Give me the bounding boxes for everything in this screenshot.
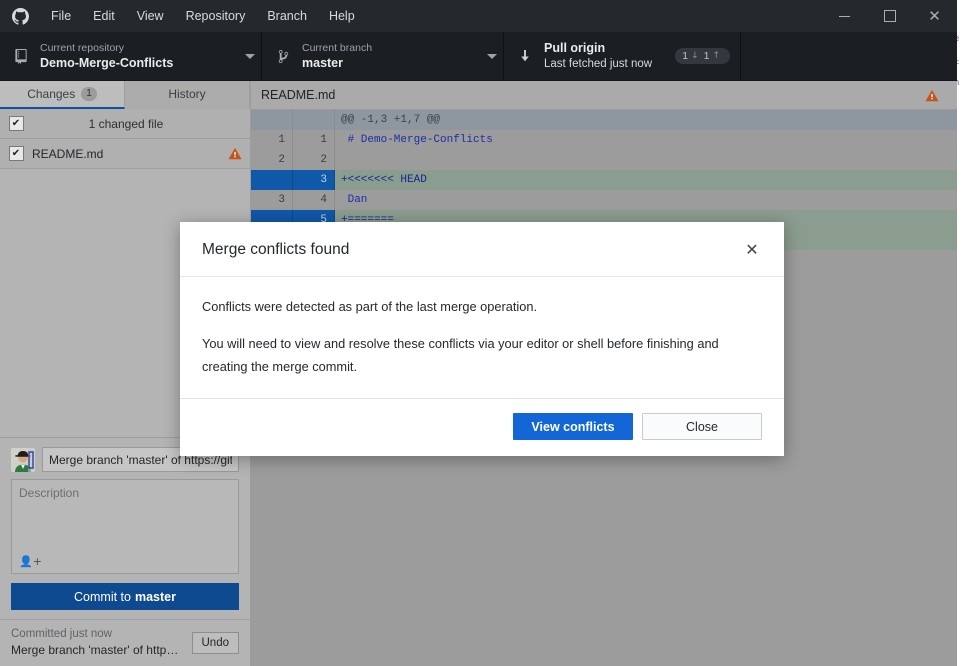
diff-line[interactable]: @@ -1,3 +1,7 @@: [251, 110, 957, 130]
current-repository-button[interactable]: Current repository Demo-Merge-Conflicts: [0, 32, 262, 80]
diff-old-line-number[interactable]: 1: [251, 130, 293, 150]
commit-description-input[interactable]: Description 👤+: [11, 479, 239, 574]
diff-new-line-number[interactable]: [293, 110, 335, 130]
menu-item-branch[interactable]: Branch: [256, 0, 318, 32]
file-name-label: README.md: [32, 146, 104, 161]
chevron-down-icon: [481, 53, 503, 59]
list-item[interactable]: ✔ README.md: [0, 139, 250, 169]
behind-count: 1: [682, 50, 689, 62]
dialog-title: Merge conflicts found: [202, 241, 350, 258]
diff-new-line-number[interactable]: 1: [293, 130, 335, 150]
warning-triangle-icon: [220, 147, 250, 160]
pull-origin-label: Pull origin: [544, 41, 606, 55]
view-conflicts-button[interactable]: View conflicts: [513, 413, 633, 440]
diff-old-line-number[interactable]: 2: [251, 150, 293, 170]
current-branch-button[interactable]: Current branch master: [262, 32, 504, 80]
toolbar: Current repository Demo-Merge-Conflicts …: [0, 32, 957, 81]
ahead-count: 1: [703, 50, 710, 62]
changed-files-header: ✔ 1 changed file: [0, 109, 250, 139]
commit-form: Description 👤+ Commit to master: [0, 437, 250, 610]
minimize-button[interactable]: [822, 0, 867, 32]
tab-changes-label: Changes: [27, 87, 76, 101]
diff-filename-label: README.md: [261, 88, 336, 102]
warning-triangle-icon: [917, 89, 947, 102]
diff-line[interactable]: 22: [251, 150, 957, 170]
branch-name: master: [302, 56, 343, 70]
maximize-icon: [883, 10, 896, 22]
github-desktop-window: File Edit View Repository Branch Help ✕: [0, 0, 957, 666]
diff-new-line-number[interactable]: 3: [293, 170, 335, 190]
add-coauthor-icon[interactable]: 👤+: [19, 555, 42, 568]
diff-line-text: @@ -1,3 +1,7 @@: [335, 110, 957, 130]
diff-old-line-number[interactable]: 3: [251, 190, 293, 210]
undo-commit-text: Committed just now Merge branch 'master'…: [11, 627, 184, 658]
diff-line[interactable]: 34 Dan: [251, 190, 957, 210]
dialog-paragraph-2: You will need to view and resolve these …: [202, 336, 719, 374]
repo-book-icon: [11, 48, 31, 64]
branch-label: Current branch: [302, 42, 373, 54]
diff-line-text: Dan: [335, 190, 957, 210]
repo-label: Current repository: [40, 42, 125, 54]
diff-line-text: [335, 150, 957, 170]
repo-name: Demo-Merge-Conflicts: [40, 56, 174, 70]
branch-icon: [273, 49, 293, 64]
avatar: [11, 447, 35, 472]
diff-line[interactable]: 11 # Demo-Merge-Conflicts: [251, 130, 957, 150]
minimize-icon: [839, 15, 850, 17]
commit-button-branch: master: [134, 589, 176, 604]
dialog-paragraph-1: Conflicts were detected as part of the l…: [202, 299, 538, 314]
undo-button[interactable]: Undo: [191, 631, 239, 654]
last-fetched-text: Last fetched just now: [544, 58, 653, 70]
ahead-behind-badge: 1 ↓ 1 ↑: [675, 48, 730, 64]
diff-header: README.md: [251, 81, 957, 110]
github-logo-icon: [0, 7, 40, 25]
file-checkbox[interactable]: ✔: [0, 146, 32, 161]
toolbar-filler: [741, 32, 957, 80]
select-all-checkbox[interactable]: ✔: [0, 116, 32, 131]
menu-item-view[interactable]: View: [126, 0, 175, 32]
diff-new-line-number[interactable]: 4: [293, 190, 335, 210]
menu-item-help[interactable]: Help: [318, 0, 366, 32]
window-controls: ✕: [822, 0, 957, 32]
chevron-down-icon: [239, 53, 261, 59]
menu-item-edit[interactable]: Edit: [82, 0, 126, 32]
arrow-down-small-icon: ↓: [691, 51, 699, 61]
changed-file-count-label: 1 changed file: [88, 116, 164, 131]
pull-origin-button[interactable]: Pull origin Last fetched just now 1 ↓ 1 …: [504, 32, 741, 80]
commit-to-master-button[interactable]: Commit to master: [11, 583, 239, 610]
diff-line-text: # Demo-Merge-Conflicts: [335, 130, 957, 150]
close-window-button[interactable]: ✕: [912, 0, 957, 32]
diff-new-line-number[interactable]: 2: [293, 150, 335, 170]
dialog-footer: View conflicts Close: [180, 399, 784, 456]
close-button[interactable]: Close: [642, 413, 762, 440]
checkbox-checked-icon: ✔: [8, 146, 24, 161]
checkbox-checked-icon: ✔: [8, 116, 24, 131]
tab-changes[interactable]: Changes 1: [0, 81, 125, 109]
tab-history-label: History: [168, 87, 206, 101]
commit-description-placeholder: Description: [19, 486, 80, 500]
undo-commit-message: Merge branch 'master' of https://git...: [11, 643, 184, 657]
merge-conflicts-dialog: Merge conflicts found ✕ Conflicts were d…: [180, 222, 784, 456]
diff-old-line-number[interactable]: [251, 170, 293, 190]
maximize-button[interactable]: [867, 0, 912, 32]
menu-bar: File Edit View Repository Branch Help: [40, 0, 366, 32]
sidebar-tabs: Changes 1 History: [0, 81, 250, 109]
diff-line-text: +<<<<<<< HEAD: [335, 170, 957, 190]
dialog-body: Conflicts were detected as part of the l…: [180, 277, 784, 399]
undo-commit-bar: Committed just now Merge branch 'master'…: [0, 619, 250, 666]
title-bar: File Edit View Repository Branch Help ✕: [0, 0, 957, 32]
dialog-header: Merge conflicts found ✕: [180, 222, 784, 277]
arrow-down-icon: [515, 49, 535, 64]
diff-old-line-number[interactable]: [251, 110, 293, 130]
commit-button-prefix: Commit to: [74, 589, 131, 604]
close-icon[interactable]: ✕: [740, 238, 764, 262]
arrow-up-small-icon: ↑: [712, 51, 720, 61]
menu-item-file[interactable]: File: [40, 0, 82, 32]
tab-history[interactable]: History: [125, 81, 250, 109]
diff-line[interactable]: 3 +<<<<<<< HEAD: [251, 170, 957, 190]
tab-changes-count: 1: [81, 87, 97, 101]
menu-item-repository[interactable]: Repository: [175, 0, 257, 32]
undo-status-label: Committed just now: [11, 628, 112, 640]
close-icon: ✕: [928, 6, 941, 25]
